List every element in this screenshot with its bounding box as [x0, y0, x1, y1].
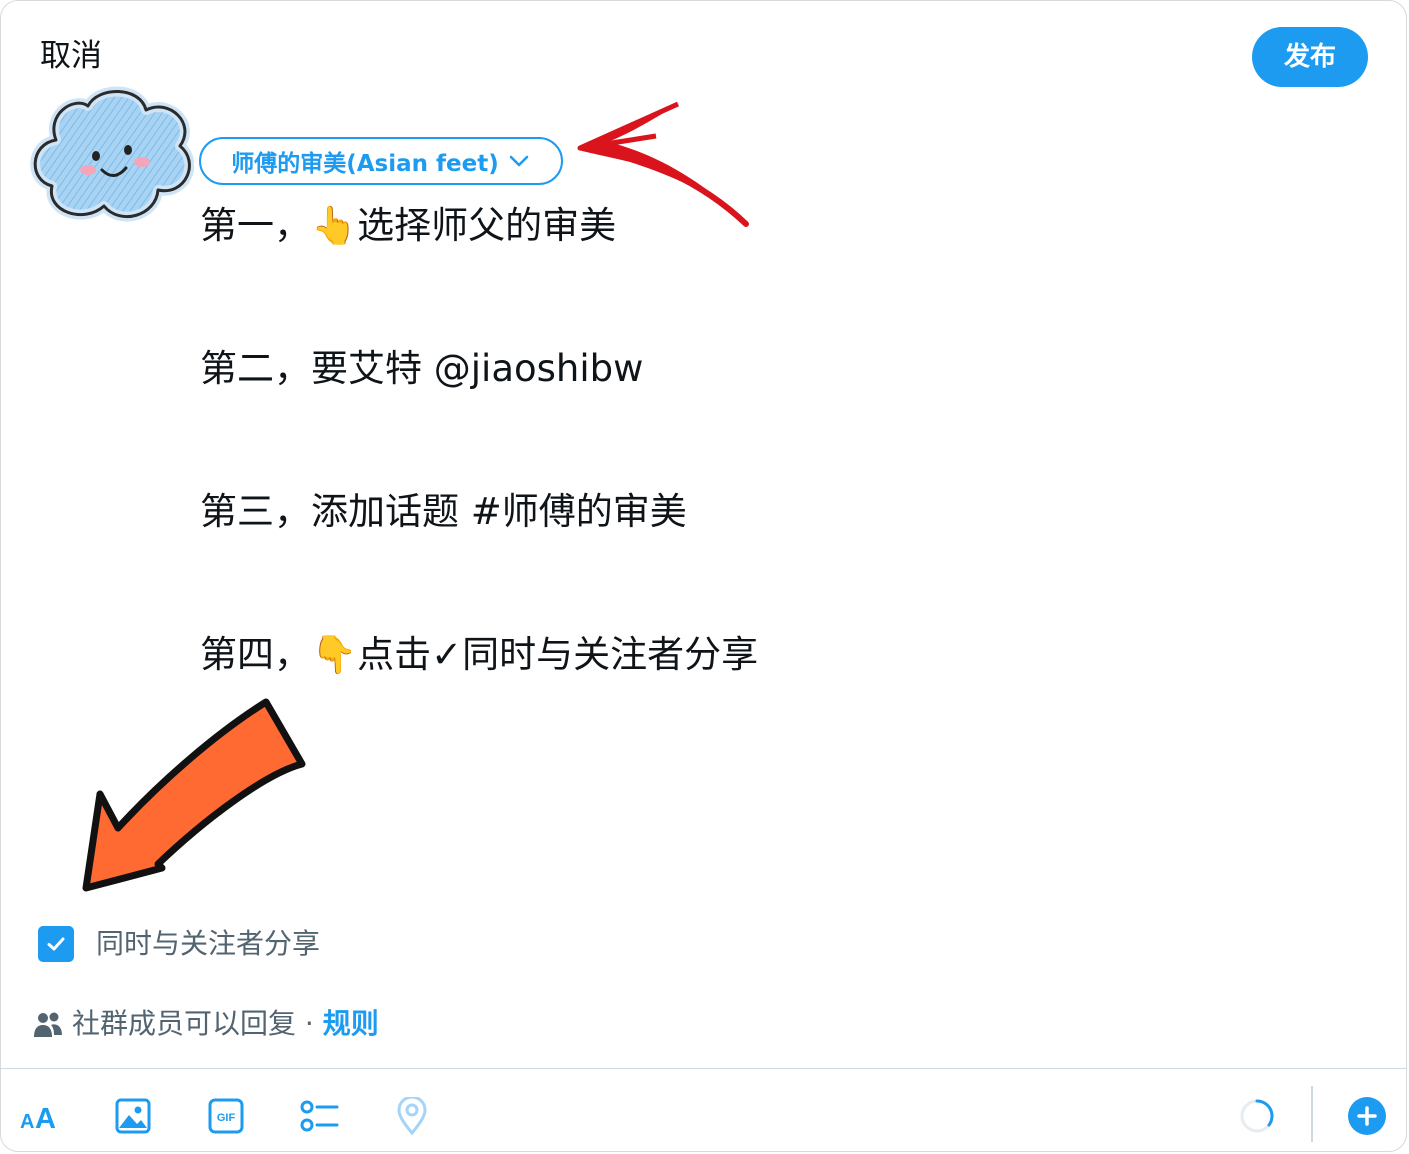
- add-icon[interactable]: [1343, 1092, 1391, 1140]
- svg-text:A: A: [35, 1103, 56, 1131]
- progress-ring-icon: [1233, 1092, 1281, 1140]
- audience-selector[interactable]: 师傅的审美(Asian feet): [199, 137, 563, 185]
- poll-icon[interactable]: [295, 1092, 343, 1140]
- audience-label: 师傅的审美(Asian feet): [231, 151, 499, 177]
- people-icon: [34, 1012, 62, 1037]
- cancel-button[interactable]: 取消: [40, 36, 102, 76]
- share-checkbox[interactable]: [38, 926, 74, 962]
- image-icon[interactable]: [109, 1092, 157, 1140]
- avatar[interactable]: [28, 84, 194, 226]
- toolbar-divider: [0, 1068, 1407, 1069]
- composer-line-4[interactable]: 第四，👇点击✓同时与关注者分享: [200, 630, 758, 680]
- chevron-down-icon: [509, 155, 528, 167]
- svg-text:A: A: [20, 1111, 34, 1131]
- composer-line-2[interactable]: 第二，要艾特 @jiaoshibw: [200, 344, 643, 394]
- gif-icon[interactable]: GIF: [202, 1092, 250, 1140]
- share-label: 同时与关注者分享: [96, 927, 321, 960]
- location-icon[interactable]: [388, 1092, 436, 1140]
- publish-button[interactable]: 发布: [1252, 27, 1368, 87]
- text-format-icon[interactable]: A A: [16, 1092, 64, 1140]
- toolbar-separator: [1311, 1086, 1313, 1142]
- checkmark-icon: [47, 937, 65, 951]
- composer-line-1[interactable]: 第一，👆选择师父的审美: [200, 201, 616, 251]
- share-with-followers-option[interactable]: 同时与关注者分享: [38, 924, 320, 964]
- rules-link[interactable]: 规则: [323, 1007, 379, 1040]
- svg-text:GIF: GIF: [217, 1112, 236, 1124]
- reply-setting-text: 社群成员可以回复 ·: [72, 1007, 323, 1040]
- reply-setting: 社群成员可以回复 · 规则: [32, 1004, 379, 1044]
- composer-line-3[interactable]: 第三，添加话题 #师傅的审美: [200, 487, 687, 537]
